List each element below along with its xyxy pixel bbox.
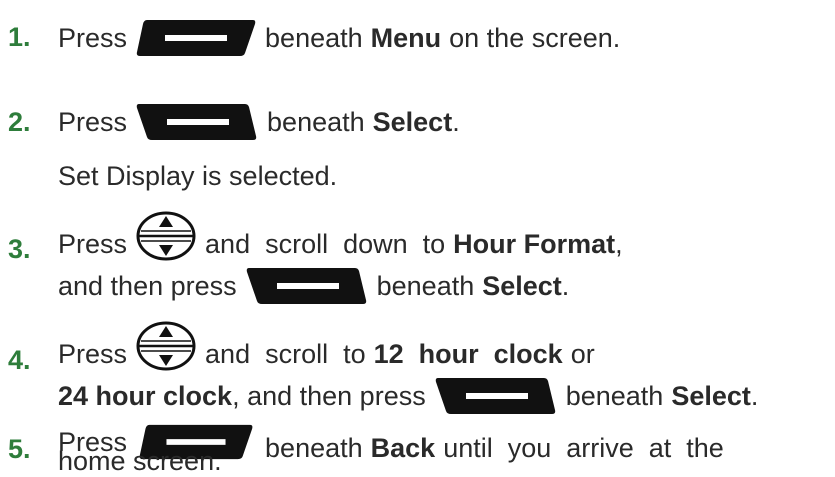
step-bold-term: Menu [370, 22, 442, 53]
right-softkey-icon [246, 268, 366, 304]
step-text: beneath [267, 106, 365, 137]
step-text: Set Display is selected. [58, 160, 338, 191]
step-1-line: Press beneath Menu on the screen. [58, 14, 620, 62]
step-text: and scroll to [205, 339, 366, 369]
step-text: beneath [265, 433, 363, 463]
step-number: 4. [8, 345, 31, 375]
step-number: 2. [8, 107, 31, 137]
navigation-key-icon [136, 211, 196, 261]
step-bold-term: Select [372, 106, 453, 137]
step-text: on the screen. [449, 22, 621, 53]
step-text: and then press [58, 270, 237, 301]
step-2-note: Set Display is selected. [58, 158, 337, 194]
step-text: Press [58, 229, 128, 259]
step-number: 3. [8, 234, 31, 264]
step-text: beneath [565, 380, 664, 411]
step-text: Press [58, 339, 128, 369]
step-text: and scroll down to [205, 229, 446, 259]
right-softkey-icon [136, 104, 257, 140]
step-bold-term: Back [370, 433, 436, 463]
step-text: . [561, 270, 570, 301]
step-text: . [750, 380, 759, 411]
right-softkey-icon [435, 378, 555, 414]
step-text: home screen. [58, 445, 222, 476]
step-2-line: Press beneath Select . [58, 98, 460, 146]
step-4-line-1: Press and scroll to 12 hour clock or [58, 318, 595, 374]
step-bold-term: Select [671, 380, 751, 411]
step-text: or [570, 339, 595, 369]
step-text: , and then press [232, 380, 426, 411]
step-text: Press [58, 106, 128, 137]
navigation-key-icon [136, 321, 196, 371]
step-text: , [615, 229, 623, 259]
step-text: . [452, 106, 460, 137]
step-number: 5. [8, 434, 31, 464]
step-3-line-2: and then press beneath Select . [58, 264, 569, 308]
step-bold-term: Select [482, 270, 562, 301]
step-5-line-2: home screen. [58, 445, 222, 476]
step-3-line-1: Press and scroll down to Hour Format , [58, 208, 623, 264]
step-bold-term: Hour Format [453, 229, 616, 259]
left-softkey-icon [136, 20, 256, 56]
step-text: beneath [265, 22, 363, 53]
step-bold-term: 12 hour clock [373, 339, 563, 369]
step-text: until you arrive at the [443, 433, 724, 463]
step-text: beneath [376, 270, 475, 301]
step-text: Press [58, 22, 128, 53]
step-number: 1. [8, 22, 31, 52]
step-4-line-2: 24 hour clock , and then press beneath S… [58, 374, 758, 418]
step-bold-term: 24 hour clock [58, 380, 233, 411]
